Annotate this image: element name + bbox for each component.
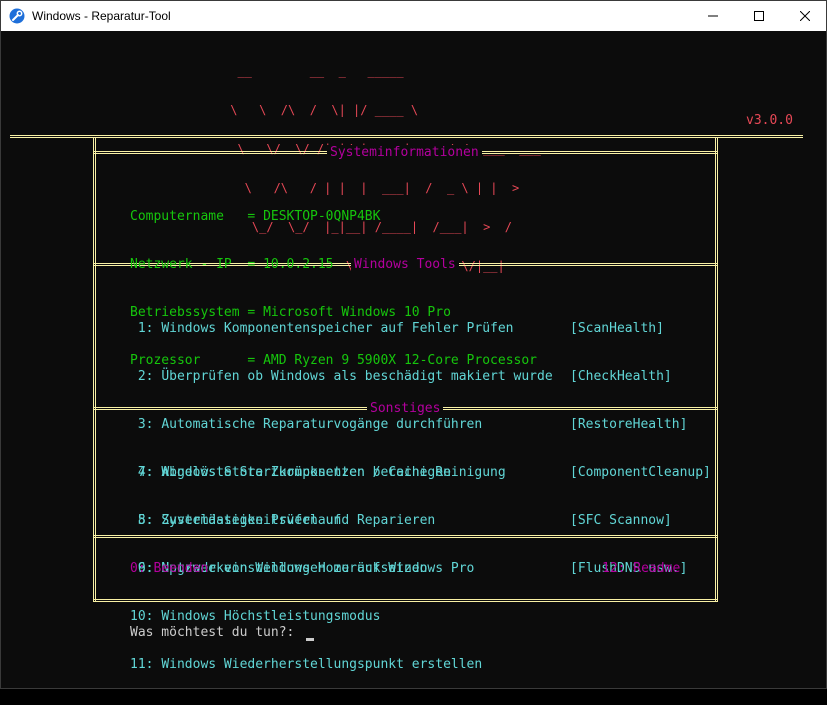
menu-item-tag: [CheckHealth]	[570, 369, 672, 384]
maximize-icon	[754, 11, 764, 21]
menu-item-number: 10:	[130, 609, 154, 624]
menu-item-number: 11:	[130, 657, 154, 672]
close-button[interactable]	[782, 1, 827, 31]
exit-option: 0: Beenden	[130, 561, 209, 576]
menu-item: 3: Automatische Reparaturvogänge durchfü…	[130, 417, 553, 433]
menu-item: 7: Windows Store Zurücksetzen / Cache Re…	[130, 465, 506, 481]
systeminfo-row: Computername = DESKTOP-0QNP4BK	[130, 209, 381, 224]
banner-line: \ \ /\ / \| |/ ____ \	[223, 103, 419, 117]
systeminfo-value: 10.0.2.15	[263, 257, 334, 272]
systeminfo-label: Netzwerk - IP	[130, 257, 248, 272]
minimize-icon	[708, 15, 718, 17]
menu-item-label: Windows Store Zurücksetzen / Cache Reini…	[161, 465, 506, 480]
version-label: v3.0.0	[746, 113, 793, 128]
systeminfo-value: DESKTOP-0QNP4BK	[263, 209, 381, 224]
banner-line: __ __ _ _____	[223, 64, 404, 78]
input-prompt: Was möchtest du tun?:	[130, 625, 303, 640]
menu-item-label: Windows Wiederherstellungspunkt erstelle…	[161, 657, 483, 672]
menu-item-label: Automatische Reparaturvogänge durchführe…	[161, 417, 483, 432]
menu-item-number: 8:	[130, 513, 154, 528]
text-cursor[interactable]	[306, 638, 314, 641]
close-icon	[800, 11, 810, 21]
frame-right	[715, 137, 718, 601]
systeminfo-row: Netzwerk - IP = 10.0.2.15	[130, 257, 334, 272]
readme-option: 12: Readme	[602, 561, 681, 576]
section-title-systeminfo: Systeminformationen	[327, 145, 482, 161]
systeminfo-label: Computername	[130, 209, 248, 224]
menu-item-label: Windows Höchstleistungsmodus	[161, 609, 381, 624]
menu-item-tag: [SFC Scannow]	[570, 513, 672, 528]
minimize-button[interactable]	[690, 1, 736, 31]
menu-item-tag: [ScanHealth]	[570, 321, 664, 336]
console-area[interactable]: __ __ _ _____ \ \ /\ / \| |/ ____ \ \ \/…	[1, 31, 826, 688]
menu-item: 1: Windows Komponentenspeicher auf Fehle…	[130, 321, 553, 337]
console-window: Windows - Reparatur-Tool __ __ _ _____ \…	[0, 0, 827, 689]
menu-item-label: Überprüfen ob Windows als beschädigt mak…	[161, 369, 553, 384]
menu-item: 10: Windows Höchstleistungsmodus	[130, 609, 506, 625]
menu-item-number: 3:	[130, 417, 154, 432]
menu-item-label: Zuverlässigkeitsverlauf	[161, 513, 342, 528]
menu-item: 11: Windows Wiederherstellungspunkt erst…	[130, 657, 506, 673]
title-bar[interactable]: Windows - Reparatur-Tool	[1, 1, 826, 31]
menu-item-number: 7:	[130, 465, 154, 480]
menu-item-number: 2:	[130, 369, 154, 384]
window-title: Windows - Reparatur-Tool	[32, 9, 171, 23]
menu-item-number: 1:	[130, 321, 154, 336]
menu-item-tag: [RestoreHealth]	[570, 417, 688, 432]
menu-item: 8: Zuverlässigkeitsverlauf	[130, 513, 506, 529]
menu-item: 2: Überprüfen ob Windows als beschädigt …	[130, 369, 553, 385]
divider	[10, 135, 803, 138]
wrench-icon	[9, 8, 25, 24]
menu-item-label: Windows Komponentenspeicher auf Fehler P…	[161, 321, 514, 336]
maximize-button[interactable]	[736, 1, 782, 31]
frame-left	[93, 137, 96, 601]
menu-item-tag: [ComponentCleanup]	[570, 465, 711, 480]
